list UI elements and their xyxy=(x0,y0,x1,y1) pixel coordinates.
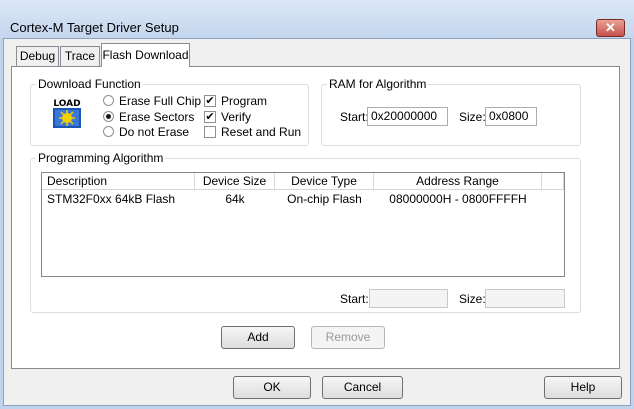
tab-flash-download[interactable]: Flash Download xyxy=(101,43,190,67)
verify-label: Verify xyxy=(221,110,252,124)
remove-button[interactable]: Remove xyxy=(311,326,385,349)
program-label: Program xyxy=(221,94,268,108)
algorithm-start-label: Start: xyxy=(340,292,369,306)
erase-full-chip-radio[interactable] xyxy=(103,95,114,106)
tab-trace[interactable]: Trace xyxy=(60,46,100,66)
cancel-button[interactable]: Cancel xyxy=(322,376,403,399)
ram-size-input[interactable]: 0x0800 xyxy=(485,107,537,126)
download-function-legend: Download Function xyxy=(36,77,143,91)
reset-and-run-checkbox[interactable] xyxy=(204,126,216,138)
column-header-device-size[interactable]: Device Size xyxy=(195,173,275,190)
ram-start-label: Start: xyxy=(340,110,369,124)
ram-start-input[interactable]: 0x20000000 xyxy=(367,107,448,126)
do-not-erase-radio[interactable] xyxy=(103,126,114,137)
erase-sectors-label: Erase Sectors xyxy=(119,110,195,124)
algorithm-size-label: Size: xyxy=(459,292,486,306)
row-description[interactable]: STM32F0xx 64kB Flash xyxy=(47,192,197,206)
erase-full-chip-label: Erase Full Chip xyxy=(119,94,202,108)
help-button[interactable]: Help xyxy=(544,376,622,399)
algorithm-size-input[interactable] xyxy=(485,289,565,308)
row-device-type[interactable]: On-chip Flash xyxy=(275,192,374,206)
ok-button[interactable]: OK xyxy=(233,376,311,399)
verify-checkbox[interactable]: ✔ xyxy=(204,111,216,123)
close-button[interactable]: ✕ xyxy=(596,19,625,37)
row-device-size[interactable]: 64k xyxy=(195,192,275,206)
add-button[interactable]: Add xyxy=(221,326,295,349)
algorithm-start-input[interactable] xyxy=(369,289,448,308)
reset-and-run-label: Reset and Run xyxy=(221,125,302,139)
ram-for-algorithm-legend: RAM for Algorithm xyxy=(327,77,429,91)
window-title: Cortex-M Target Driver Setup xyxy=(10,20,179,35)
column-header-address-range[interactable]: Address Range xyxy=(374,173,542,190)
tab-debug[interactable]: Debug xyxy=(16,46,59,66)
do-not-erase-label: Do not Erase xyxy=(119,125,190,139)
column-header-description[interactable]: Description xyxy=(42,173,195,190)
program-checkbox[interactable]: ✔ xyxy=(204,95,216,107)
column-header-spacer xyxy=(542,173,564,190)
load-icon: LOAD xyxy=(51,97,83,128)
load-icon-label: LOAD xyxy=(53,99,80,109)
ram-size-label: Size: xyxy=(459,110,486,124)
column-header-device-type[interactable]: Device Type xyxy=(275,173,374,190)
programming-algorithm-legend: Programming Algorithm xyxy=(36,151,166,165)
erase-sectors-radio[interactable] xyxy=(103,111,114,122)
row-address-range[interactable]: 08000000H - 0800FFFFH xyxy=(374,192,542,206)
